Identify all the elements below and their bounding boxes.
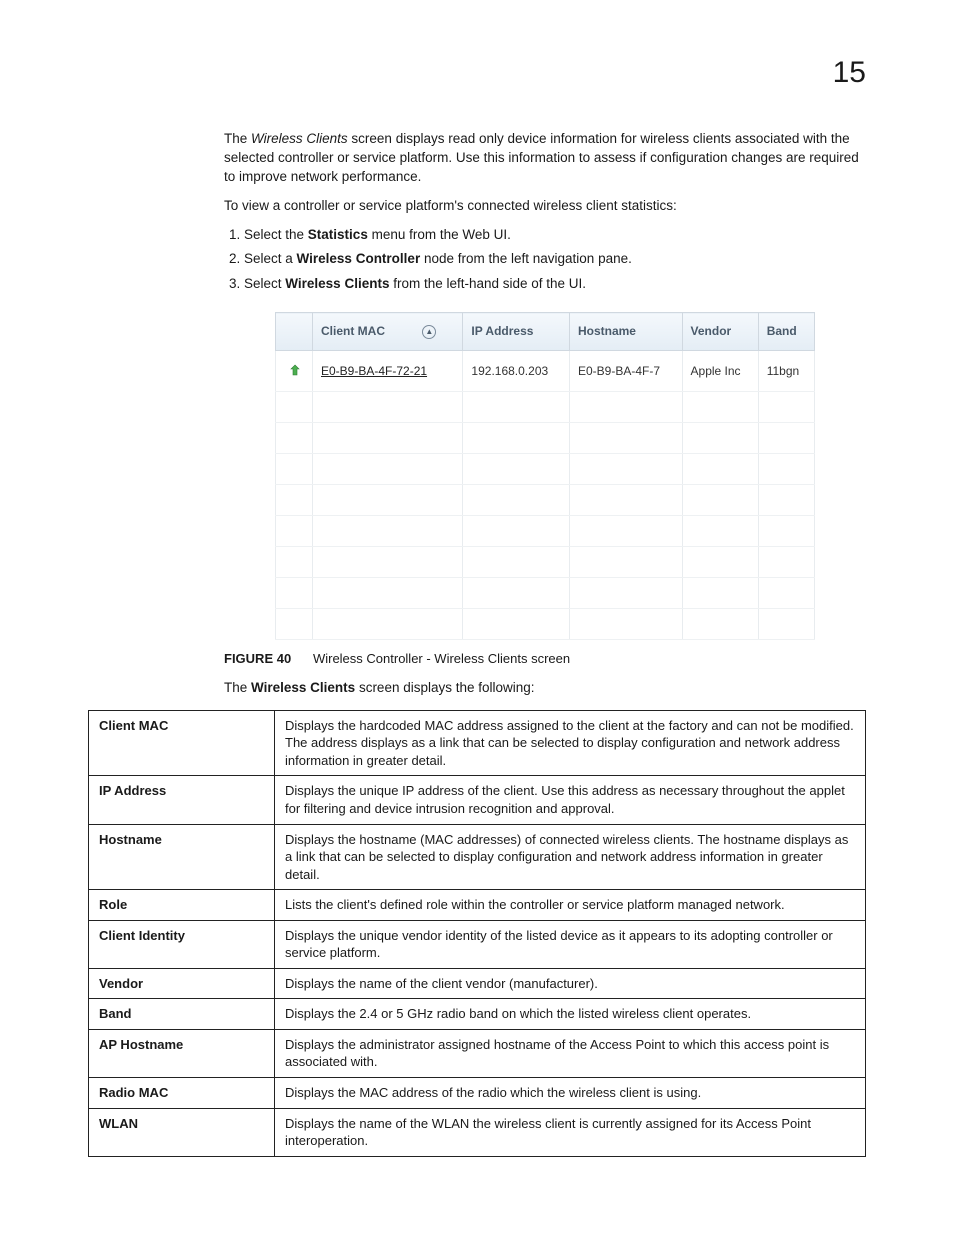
sort-ascending-icon[interactable]: ▲ bbox=[422, 325, 436, 339]
desc-definition: Displays the MAC address of the radio wh… bbox=[275, 1078, 866, 1109]
table-body: E0-B9-BA-4F-72-21 192.168.0.203 E0-B9-BA… bbox=[276, 351, 815, 640]
after-figure-paragraph: The Wireless Clients screen displays the… bbox=[224, 679, 866, 698]
text: Select the bbox=[244, 227, 308, 242]
ip-cell: 192.168.0.203 bbox=[463, 351, 570, 392]
desc-row: IP AddressDisplays the unique IP address… bbox=[89, 776, 866, 824]
text: The bbox=[224, 131, 251, 146]
text: node from the left navigation pane. bbox=[420, 251, 632, 266]
desc-term: WLAN bbox=[89, 1108, 275, 1156]
table-row bbox=[276, 423, 815, 454]
desc-definition: Displays the hardcoded MAC address assig… bbox=[275, 710, 866, 776]
vendor-cell: Apple Inc bbox=[682, 351, 758, 392]
wireless-clients-table: Client MAC ▲ IP Address Hostname Vendor … bbox=[275, 312, 815, 640]
desc-term: AP Hostname bbox=[89, 1029, 275, 1077]
desc-row: Client MACDisplays the hardcoded MAC add… bbox=[89, 710, 866, 776]
text: The bbox=[224, 680, 251, 695]
text: from the left-hand side of the UI. bbox=[389, 276, 586, 291]
desc-definition: Displays the administrator assigned host… bbox=[275, 1029, 866, 1077]
desc-term: Band bbox=[89, 999, 275, 1030]
table-row bbox=[276, 609, 815, 640]
status-col-header[interactable] bbox=[276, 313, 313, 351]
desc-term: Vendor bbox=[89, 968, 275, 999]
intro-paragraph-1: The Wireless Clients screen displays rea… bbox=[224, 130, 866, 187]
desc-definition: Displays the hostname (MAC addresses) of… bbox=[275, 824, 866, 890]
wireless-clients-bold: Wireless Clients bbox=[251, 680, 355, 695]
table-row bbox=[276, 485, 815, 516]
steps-list: Select the Statistics menu from the Web … bbox=[224, 226, 866, 295]
step-2: Select a Wireless Controller node from t… bbox=[244, 250, 866, 269]
step-1: Select the Statistics menu from the Web … bbox=[244, 226, 866, 245]
desc-row: Radio MACDisplays the MAC address of the… bbox=[89, 1078, 866, 1109]
client-mac-link[interactable]: E0-B9-BA-4F-72-21 bbox=[321, 364, 427, 378]
text: menu from the Web UI. bbox=[368, 227, 511, 242]
desc-term: Hostname bbox=[89, 824, 275, 890]
wireless-controller-bold: Wireless Controller bbox=[297, 251, 421, 266]
document-page: 15 The Wireless Clients screen displays … bbox=[0, 0, 954, 1235]
desc-definition: Displays the name of the WLAN the wirele… bbox=[275, 1108, 866, 1156]
desc-definition: Displays the unique vendor identity of t… bbox=[275, 920, 866, 968]
client-mac-cell: E0-B9-BA-4F-72-21 bbox=[313, 351, 463, 392]
statistics-bold: Statistics bbox=[308, 227, 368, 242]
desc-row: WLANDisplays the name of the WLAN the wi… bbox=[89, 1108, 866, 1156]
desc-definition: Displays the unique IP address of the cl… bbox=[275, 776, 866, 824]
text: screen displays the following: bbox=[355, 680, 534, 695]
wireless-clients-italic: Wireless Clients bbox=[251, 131, 348, 146]
table-row bbox=[276, 516, 815, 547]
table-header-row: Client MAC ▲ IP Address Hostname Vendor … bbox=[276, 313, 815, 351]
hostname-col-header[interactable]: Hostname bbox=[569, 313, 682, 351]
band-col-header[interactable]: Band bbox=[758, 313, 814, 351]
band-cell: 11bgn bbox=[758, 351, 814, 392]
desc-row: VendorDisplays the name of the client ve… bbox=[89, 968, 866, 999]
desc-row: RoleLists the client's defined role with… bbox=[89, 890, 866, 921]
desc-term: Client Identity bbox=[89, 920, 275, 968]
wireless-clients-bold: Wireless Clients bbox=[285, 276, 389, 291]
desc-term: IP Address bbox=[89, 776, 275, 824]
page-content: The Wireless Clients screen displays rea… bbox=[224, 130, 866, 1157]
field-description-table: Client MACDisplays the hardcoded MAC add… bbox=[88, 710, 866, 1157]
table-row bbox=[276, 547, 815, 578]
status-cell bbox=[276, 351, 313, 392]
text: Select bbox=[244, 276, 285, 291]
chapter-number: 15 bbox=[833, 56, 866, 90]
desc-definition: Lists the client's defined role within t… bbox=[275, 890, 866, 921]
hostname-cell: E0-B9-BA-4F-7 bbox=[569, 351, 682, 392]
figure-caption: FIGURE 40 Wireless Controller - Wireless… bbox=[224, 650, 866, 669]
text: Select a bbox=[244, 251, 297, 266]
desc-row: Client IdentityDisplays the unique vendo… bbox=[89, 920, 866, 968]
intro-paragraph-2: To view a controller or service platform… bbox=[224, 197, 866, 216]
figure-text: Wireless Controller - Wireless Clients s… bbox=[313, 651, 570, 666]
desc-definition: Displays the name of the client vendor (… bbox=[275, 968, 866, 999]
step-3: Select Wireless Clients from the left-ha… bbox=[244, 275, 866, 294]
status-up-icon bbox=[289, 364, 300, 375]
ip-col-header[interactable]: IP Address bbox=[463, 313, 570, 351]
desc-row: HostnameDisplays the hostname (MAC addre… bbox=[89, 824, 866, 890]
table-row bbox=[276, 392, 815, 423]
desc-term: Client MAC bbox=[89, 710, 275, 776]
table-row[interactable]: E0-B9-BA-4F-72-21 192.168.0.203 E0-B9-BA… bbox=[276, 351, 815, 392]
desc-term: Role bbox=[89, 890, 275, 921]
desc-term: Radio MAC bbox=[89, 1078, 275, 1109]
figure-label: FIGURE 40 bbox=[224, 651, 291, 666]
header-label: Client MAC bbox=[321, 324, 385, 338]
client-mac-col-header[interactable]: Client MAC ▲ bbox=[313, 313, 463, 351]
desc-definition: Displays the 2.4 or 5 GHz radio band on … bbox=[275, 999, 866, 1030]
table-row bbox=[276, 454, 815, 485]
desc-row: BandDisplays the 2.4 or 5 GHz radio band… bbox=[89, 999, 866, 1030]
table-row bbox=[276, 578, 815, 609]
desc-row: AP HostnameDisplays the administrator as… bbox=[89, 1029, 866, 1077]
vendor-col-header[interactable]: Vendor bbox=[682, 313, 758, 351]
